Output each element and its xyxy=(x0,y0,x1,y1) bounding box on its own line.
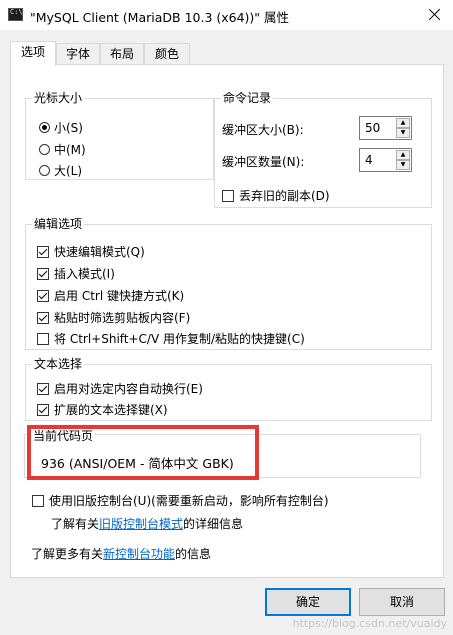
tab-panel-options: 光标大小 小(S) 中(M) 大(L) 命令记录 缓冲区大小(B): 50 ▲ … xyxy=(10,64,444,578)
checkbox-indicator xyxy=(37,311,49,324)
cursor-size-title: 光标大小 xyxy=(32,91,85,105)
window-title: "MySQL Client (MariaDB 10.3 (x64))" 属性 xyxy=(30,10,290,25)
checkbox-label: 使用旧版控制台(U)(需要重新启动，影响所有控制台) xyxy=(49,494,329,508)
checkbox-indicator xyxy=(37,403,49,416)
tab-layout[interactable]: 布局 xyxy=(100,43,144,65)
tab-options[interactable]: 选项 xyxy=(10,41,56,66)
checkbox-label: 将 Ctrl+Shift+C/V 用作复制/粘贴的快捷键(C) xyxy=(54,332,305,346)
buffer-count-value: 4 xyxy=(365,153,373,167)
spin-buttons: ▲ ▼ xyxy=(396,118,410,138)
info-suffix: 的详细信息 xyxy=(183,517,244,531)
buffer-size-stepper[interactable]: 50 ▲ ▼ xyxy=(359,116,412,140)
code-page-group: 当前代码页 936 (ANSI/OEM - 简体中文 GBK) xyxy=(24,427,421,478)
radio-label: 中(M) xyxy=(54,143,86,157)
line-wrap-selection-checkbox[interactable]: 启用对选定内容自动换行(E) xyxy=(37,380,203,397)
checkbox-indicator xyxy=(37,267,49,280)
legacy-console-info: 了解有关旧版控制台模式的详细信息 xyxy=(51,515,243,532)
spin-down-icon[interactable]: ▼ xyxy=(396,160,410,170)
command-history-title: 命令记录 xyxy=(221,91,274,105)
info-prefix: 了解更多有关 xyxy=(31,547,104,561)
checkbox-indicator xyxy=(37,245,49,258)
checkbox-indicator xyxy=(37,382,49,395)
quick-edit-checkbox[interactable]: 快速编辑模式(Q) xyxy=(37,243,145,260)
new-console-info: 了解更多有关新控制台功能的信息 xyxy=(31,545,211,562)
spin-up-icon[interactable]: ▲ xyxy=(396,150,410,160)
cursor-size-large-radio[interactable]: 大(L) xyxy=(39,162,82,179)
text-selection-group: 文本选择 启用对选定内容自动换行(E) 扩展的文本选择键(X) xyxy=(25,357,432,421)
discard-duplicates-checkbox[interactable]: 丢弃旧的副本(D) xyxy=(222,187,330,204)
extended-selection-keys-checkbox[interactable]: 扩展的文本选择键(X) xyxy=(37,401,168,418)
radio-indicator xyxy=(39,122,50,133)
checkbox-label: 扩展的文本选择键(X) xyxy=(54,403,168,417)
watermark: https://blog.csdn.net/vuaidy xyxy=(292,617,447,630)
buffer-count-stepper[interactable]: 4 ▲ ▼ xyxy=(359,148,412,172)
checkbox-indicator xyxy=(32,494,44,507)
edit-options-title: 编辑选项 xyxy=(32,217,85,231)
cancel-button[interactable]: 取消 xyxy=(359,588,445,616)
radio-label: 小(S) xyxy=(54,121,83,135)
code-page-value: 936 (ANSI/OEM - 简体中文 GBK) xyxy=(41,456,234,471)
legacy-console-link[interactable]: 旧版控制台模式 xyxy=(99,517,183,531)
edit-options-group: 编辑选项 快速编辑模式(Q) 插入模式(I) 启用 Ctrl 键快捷方式(K) … xyxy=(25,217,432,350)
checkbox-label: 启用 Ctrl 键快捷方式(K) xyxy=(54,289,185,303)
radio-indicator xyxy=(39,165,50,176)
info-prefix: 了解有关 xyxy=(51,517,100,531)
cursor-size-group: 光标大小 小(S) 中(M) 大(L) xyxy=(25,91,214,180)
title-bar: "MySQL Client (MariaDB 10.3 (x64))" 属性 xyxy=(0,0,453,30)
checkbox-indicator xyxy=(222,189,234,202)
spin-up-icon[interactable]: ▲ xyxy=(396,118,410,128)
legacy-console-checkbox[interactable]: 使用旧版控制台(U)(需要重新启动，影响所有控制台) xyxy=(32,492,329,509)
cursor-size-medium-radio[interactable]: 中(M) xyxy=(39,141,86,158)
checkbox-label: 启用对选定内容自动换行(E) xyxy=(54,382,203,396)
buffer-size-label: 缓冲区大小(B): xyxy=(222,123,304,137)
checkbox-label: 快速编辑模式(Q) xyxy=(54,245,145,259)
ok-button[interactable]: 确定 xyxy=(265,588,351,616)
buffer-size-value: 50 xyxy=(365,121,381,135)
new-console-link[interactable]: 新控制台功能 xyxy=(103,547,175,561)
radio-label: 大(L) xyxy=(54,164,83,178)
command-history-group: 命令记录 缓冲区大小(B): 50 ▲ ▼ 缓冲区数量(N): 4 ▲ ▼ 丢弃… xyxy=(214,91,432,208)
spin-down-icon[interactable]: ▼ xyxy=(396,128,410,138)
info-suffix: 的信息 xyxy=(175,547,212,561)
text-selection-title: 文本选择 xyxy=(32,357,85,371)
buffer-count-label: 缓冲区数量(N): xyxy=(222,155,305,169)
tab-colors[interactable]: 颜色 xyxy=(144,43,190,65)
tab-font[interactable]: 字体 xyxy=(56,43,100,65)
spin-buttons: ▲ ▼ xyxy=(396,150,410,170)
cursor-size-small-radio[interactable]: 小(S) xyxy=(39,119,83,136)
console-icon xyxy=(8,8,23,21)
checkbox-label: 粘贴时筛选剪贴板内容(F) xyxy=(54,311,191,325)
checkbox-indicator xyxy=(37,289,49,302)
code-page-title: 当前代码页 xyxy=(31,427,96,444)
filter-clipboard-checkbox[interactable]: 粘贴时筛选剪贴板内容(F) xyxy=(37,309,190,326)
checkbox-label: 丢弃旧的副本(D) xyxy=(239,189,330,203)
ctrl-shift-copy-paste-checkbox[interactable]: 将 Ctrl+Shift+C/V 用作复制/粘贴的快捷键(C) xyxy=(37,330,305,347)
checkbox-indicator xyxy=(37,332,49,345)
ctrl-shortcuts-checkbox[interactable]: 启用 Ctrl 键快捷方式(K) xyxy=(37,287,184,304)
radio-indicator xyxy=(39,144,50,155)
insert-mode-checkbox[interactable]: 插入模式(I) xyxy=(37,265,115,282)
close-button[interactable] xyxy=(413,0,453,30)
checkbox-label: 插入模式(I) xyxy=(54,267,115,281)
